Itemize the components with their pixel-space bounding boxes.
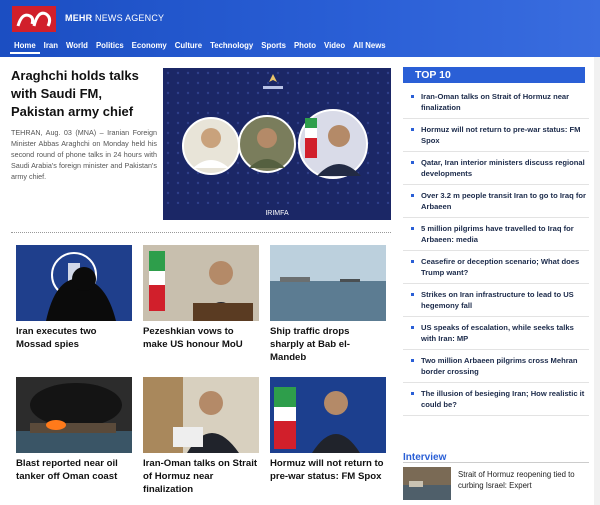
bullet-icon bbox=[411, 161, 414, 164]
news-card[interactable]: Ship traffic drops sharply at Bab el-Man… bbox=[270, 245, 386, 364]
lead-headline[interactable]: Araghchi holds talks with Saudi FM, Paki… bbox=[11, 67, 156, 121]
nav-politics[interactable]: Politics bbox=[92, 40, 128, 54]
mehr-logo-icon[interactable] bbox=[12, 6, 56, 32]
news-thumb-fm-spox[interactable] bbox=[270, 377, 386, 453]
nav-culture[interactable]: Culture bbox=[171, 40, 206, 54]
interview-item[interactable]: Strait of Hormuz reopening tied to curbi… bbox=[403, 467, 589, 501]
top10-item[interactable]: Qatar, Iran interior ministers discuss r… bbox=[403, 152, 589, 185]
lead-image[interactable]: IRIMFA bbox=[163, 68, 391, 220]
news-card[interactable]: Iran executes two Mossad spies bbox=[16, 245, 132, 351]
nav-economy[interactable]: Economy bbox=[128, 40, 171, 54]
bullet-icon bbox=[411, 128, 414, 131]
nav-sports[interactable]: Sports bbox=[257, 40, 290, 54]
news-card[interactable]: Iran-Oman talks on Strait of Hormuz near… bbox=[143, 377, 259, 496]
news-title[interactable]: Hormuz will not return to pre-war status… bbox=[270, 457, 386, 483]
top10-item[interactable]: US speaks of escalation, while seeks tal… bbox=[403, 317, 589, 350]
page-scrollbar[interactable] bbox=[594, 57, 600, 505]
news-title[interactable]: Pezeshkian vows to make US honour MoU bbox=[143, 325, 259, 351]
news-thumb-mossad[interactable] bbox=[16, 245, 132, 321]
news-title[interactable]: Iran-Oman talks on Strait of Hormuz near… bbox=[143, 457, 259, 496]
bullet-icon bbox=[411, 326, 414, 329]
news-thumb-pezeshkian[interactable] bbox=[143, 245, 259, 321]
news-thumb-tanker-blast[interactable] bbox=[16, 377, 132, 453]
top10-heading: TOP 10 bbox=[415, 69, 451, 81]
nav-photo[interactable]: Photo bbox=[290, 40, 320, 54]
bullet-icon bbox=[411, 227, 414, 230]
interview-title[interactable]: Strait of Hormuz reopening tied to curbi… bbox=[458, 469, 588, 491]
news-title[interactable]: Iran executes two Mossad spies bbox=[16, 325, 132, 351]
bullet-icon bbox=[411, 392, 414, 395]
news-card[interactable]: Blast reported near oil tanker off Oman … bbox=[16, 377, 132, 483]
nav-video[interactable]: Video bbox=[320, 40, 349, 54]
news-card[interactable]: Hormuz will not return to pre-war status… bbox=[270, 377, 386, 483]
top10-item[interactable]: Strikes on Iran infrastructure to lead t… bbox=[403, 284, 589, 317]
bullet-icon bbox=[411, 194, 414, 197]
top10-item[interactable]: Hormuz will not return to pre-war status… bbox=[403, 119, 589, 152]
top10-item[interactable]: Over 3.2 m people transit Iran to go to … bbox=[403, 185, 589, 218]
top10-item[interactable]: 5 million pilgrims have travelled to Ira… bbox=[403, 218, 589, 251]
site-header: MEHR NEWS AGENCY Home Iran World Politic… bbox=[0, 0, 600, 57]
nav-iran[interactable]: Iran bbox=[40, 40, 62, 54]
top10-item[interactable]: Two million Arbaeen pilgrims cross Mehra… bbox=[403, 350, 589, 383]
bullet-icon bbox=[411, 95, 414, 98]
news-card[interactable]: Pezeshkian vows to make US honour MoU bbox=[143, 245, 259, 351]
section-divider bbox=[11, 232, 391, 233]
interview-heading[interactable]: Interview bbox=[403, 452, 446, 463]
interview-thumb[interactable] bbox=[403, 467, 451, 500]
nav-technology[interactable]: Technology bbox=[206, 40, 257, 54]
lead-image-caption: IRIMFA bbox=[265, 210, 289, 217]
lead-summary: TEHRAN, Aug. 03 (MNA) – Iranian Foreign … bbox=[11, 128, 157, 181]
news-title[interactable]: Ship traffic drops sharply at Bab el-Man… bbox=[270, 325, 386, 364]
nav-all-news[interactable]: All News bbox=[349, 40, 390, 54]
bullet-icon bbox=[411, 260, 414, 263]
main-nav: Home Iran World Politics Economy Culture… bbox=[10, 40, 390, 54]
top10-item[interactable]: Iran-Oman talks on Strait of Hormuz near… bbox=[403, 86, 589, 119]
bullet-icon bbox=[411, 293, 414, 296]
top10-header: TOP 10 bbox=[403, 67, 585, 83]
bullet-icon bbox=[411, 359, 414, 362]
top10-item[interactable]: Ceasefire or deception scenario; What do… bbox=[403, 251, 589, 284]
brand-name: MEHR NEWS AGENCY bbox=[65, 13, 165, 23]
interview-header: Interview bbox=[403, 447, 589, 463]
news-title[interactable]: Blast reported near oil tanker off Oman … bbox=[16, 457, 132, 483]
lead-image-art: IRIMFA bbox=[163, 68, 391, 220]
top10-list: Iran-Oman talks on Strait of Hormuz near… bbox=[403, 86, 589, 416]
news-thumb-iran-oman[interactable] bbox=[143, 377, 259, 453]
news-thumb-ship-traffic[interactable] bbox=[270, 245, 386, 321]
nav-home[interactable]: Home bbox=[10, 40, 40, 54]
top10-item[interactable]: The illusion of besieging Iran; How real… bbox=[403, 383, 589, 416]
nav-world[interactable]: World bbox=[62, 40, 92, 54]
